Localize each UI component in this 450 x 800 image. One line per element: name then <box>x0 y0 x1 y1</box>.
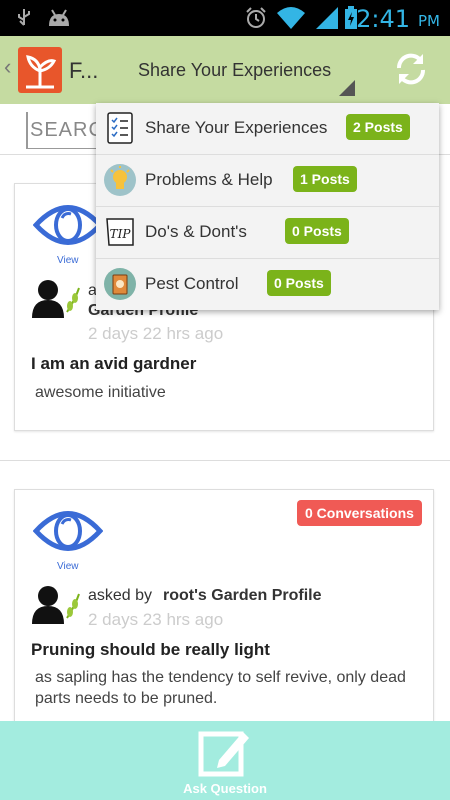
question-title[interactable]: Pruning should be really light <box>31 640 270 660</box>
dropdown-item-label: Pest Control <box>145 274 239 293</box>
clock-ampm: PM <box>418 12 440 30</box>
post-count-badge: 0 Posts <box>285 218 349 244</box>
view-eye-icon[interactable] <box>33 502 103 560</box>
conversations-badge[interactable]: 0 Conversations <box>297 500 422 526</box>
divider <box>0 460 450 461</box>
dropdown-item-pest-control[interactable]: Pest Control 0 Posts <box>96 259 439 310</box>
view-label[interactable]: View <box>57 561 79 572</box>
view-label[interactable]: View <box>57 255 79 266</box>
post-count-badge: 0 Posts <box>267 270 331 296</box>
post-count-badge: 1 Posts <box>293 166 357 192</box>
user-avatar-icon <box>32 586 80 624</box>
dropdown-item-label: Share Your Experiences <box>145 118 328 137</box>
question-body: awesome initiative <box>35 384 166 401</box>
spinner-arrow-icon[interactable] <box>337 80 355 96</box>
checklist-icon <box>107 112 133 144</box>
action-bar: ‹ F... Share Your Experiences <box>0 36 450 104</box>
dropdown-item-share-experiences[interactable]: Share Your Experiences 2 Posts <box>96 103 439 155</box>
category-spinner[interactable]: Share Your Experiences <box>138 60 331 81</box>
profile-link[interactable]: root's Garden Profile <box>163 587 322 605</box>
view-eye-icon[interactable] <box>33 196 103 254</box>
alarm-icon <box>246 7 266 28</box>
dropdown-item-label: Problems & Help <box>145 170 273 189</box>
svg-text:TIP: TIP <box>110 227 132 241</box>
android-icon <box>49 9 69 26</box>
signal-icon <box>316 7 338 29</box>
edit-icon[interactable] <box>197 724 253 780</box>
post-count-badge: 2 Posts <box>346 114 410 140</box>
user-avatar-icon <box>32 280 80 318</box>
ask-question-label[interactable]: Ask Question <box>0 781 450 796</box>
question-title[interactable]: I am an avid gardner <box>31 354 196 374</box>
dropdown-item-label: Do's & Dont's <box>145 222 247 241</box>
plant-logo-icon <box>26 55 57 89</box>
app-title: F... <box>69 58 99 83</box>
tip-icon: TIP <box>106 218 134 246</box>
clock-time: 2:41 <box>356 5 410 33</box>
app-logo[interactable] <box>18 47 62 93</box>
lightbulb-icon <box>104 164 136 196</box>
question-body: as sapling has the tendency to self revi… <box>35 669 406 707</box>
wifi-icon <box>277 7 305 29</box>
post-card[interactable]: View 0 Conversations asked by root's Gar… <box>14 489 434 751</box>
dropdown-item-problems-help[interactable]: Problems & Help 1 Posts <box>96 155 439 207</box>
dropdown-item-dos-donts[interactable]: TIP Do's & Dont's 0 Posts <box>96 207 439 259</box>
refresh-icon[interactable] <box>393 50 429 88</box>
asked-by-prefix: asked by <box>88 587 153 604</box>
back-chevron-icon[interactable]: ‹ <box>4 54 11 80</box>
category-dropdown: Share Your Experiences 2 Posts Problems … <box>96 103 439 310</box>
posted-time: 2 days 22 hrs ago <box>88 324 224 343</box>
pest-control-icon <box>104 268 136 300</box>
usb-icon <box>18 9 30 26</box>
status-bar: 2:41 PM <box>0 0 450 36</box>
ask-question-bar[interactable]: Ask Question <box>0 721 450 800</box>
posted-time: 2 days 23 hrs ago <box>88 610 224 629</box>
